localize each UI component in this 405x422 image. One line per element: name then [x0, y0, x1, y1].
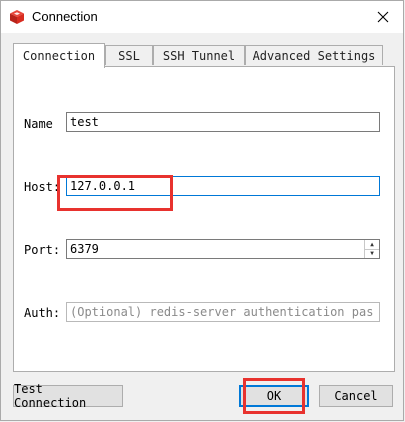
- port-label: Port:: [24, 243, 61, 257]
- close-icon: [377, 11, 389, 23]
- host-input[interactable]: 127.0.0.1: [66, 176, 380, 196]
- name-value: test: [70, 115, 99, 129]
- name-input[interactable]: test: [66, 112, 380, 132]
- port-spinbox[interactable]: 6379 ▲ ▼: [66, 239, 380, 259]
- test-connection-button[interactable]: Test Connection: [13, 382, 123, 410]
- title-bar: Connection: [1, 1, 403, 33]
- spin-up-icon[interactable]: ▲: [365, 240, 379, 249]
- auth-label: Auth:: [24, 306, 61, 320]
- tab-connection[interactable]: Connection: [13, 43, 105, 68]
- test-connection-label: Test Connection: [14, 382, 87, 410]
- ok-button[interactable]: OK: [239, 385, 309, 407]
- port-stepper: ▲ ▼: [364, 240, 379, 258]
- cancel-button[interactable]: Cancel: [319, 385, 393, 407]
- tab-label: SSL: [118, 48, 140, 63]
- close-button[interactable]: [363, 1, 403, 33]
- tab-ssh-tunnel[interactable]: SSH Tunnel: [153, 45, 245, 65]
- tab-label: Advanced Settings: [252, 48, 376, 63]
- host-label: Host:: [24, 180, 61, 194]
- cancel-label: Cancel: [334, 389, 378, 403]
- window-title: Connection: [32, 9, 98, 24]
- tab-ssl[interactable]: SSL: [105, 45, 153, 65]
- redis-cube-icon: [10, 10, 24, 24]
- tab-advanced-settings[interactable]: Advanced Settings: [245, 45, 383, 65]
- tab-label: SSH Tunnel: [162, 48, 236, 63]
- host-value: 127.0.0.1: [70, 179, 136, 193]
- name-label: Name: [24, 117, 53, 131]
- port-value: 6379: [70, 242, 99, 256]
- auth-placeholder: (Optional) redis-server authentication p…: [70, 305, 374, 319]
- ok-label: OK: [266, 389, 282, 403]
- tab-label: Connection: [22, 49, 96, 63]
- spin-down-icon[interactable]: ▼: [365, 248, 379, 259]
- connection-panel: Name test Host: 127.0.0.1 Port: 6379 ▲ ▼…: [13, 66, 395, 372]
- connection-dialog: Connection Connection SSL SSH Tunnel Adv…: [0, 0, 404, 421]
- auth-input[interactable]: (Optional) redis-server authentication p…: [66, 302, 380, 322]
